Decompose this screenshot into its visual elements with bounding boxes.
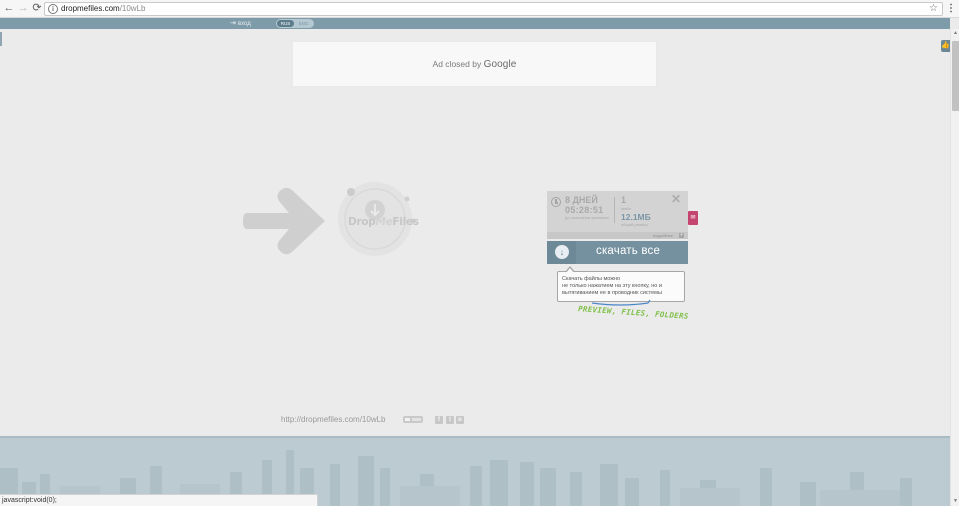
info-divider [614, 197, 615, 223]
download-hint-tooltip: Скачать файлы можно не только нажатием н… [557, 271, 685, 302]
bookmark-star-icon[interactable]: ☆ [929, 3, 938, 15]
timer-caption: до окончания хранения [565, 215, 609, 220]
file-info-panel: 8 ДНЕЙ 05:28:51 до окончания хранения 1 … [547, 191, 688, 239]
info-icon[interactable]: i [48, 4, 58, 14]
details-bar[interactable]: подробнее + [547, 232, 688, 239]
browser-toolbar: ← → ⟳ i dropmefiles.com/10wLb ☆ ⋮ [0, 0, 959, 18]
file-count: 1 [621, 195, 627, 205]
facebook-icon[interactable]: f [435, 416, 443, 424]
login-icon: ⇥ [230, 20, 236, 27]
address-bar[interactable]: i dropmefiles.com/10wLb ☆ [44, 2, 943, 16]
total-size-label: общий размер [621, 222, 648, 227]
drop-arrow-icon [243, 187, 325, 255]
ad-closed-text: Ad closed by Google [293, 59, 656, 70]
download-all-button[interactable]: ↓ скачать все [547, 241, 688, 264]
status-bar: javascript:void(0); [0, 494, 318, 506]
page-scrollbar[interactable]: ▲ ▼ [950, 29, 959, 506]
twitter-icon[interactable]: t [446, 416, 454, 424]
login-label: вход [237, 21, 251, 27]
language-switch[interactable]: rus eng [276, 19, 314, 28]
scroll-down-arrow-icon[interactable]: ▼ [951, 497, 959, 506]
like-thumb-icon[interactable]: 👍 [941, 40, 950, 52]
file-count-label: файл [621, 206, 632, 211]
storage-days: 8 ДНЕЙ [565, 195, 598, 205]
tooltip-pointer-inner [566, 268, 574, 273]
ad-placeholder: Ad closed by Google [292, 41, 657, 87]
lang-eng-option[interactable]: eng [295, 20, 312, 27]
clock-icon [551, 197, 561, 207]
download-arrow-icon: ↓ [555, 245, 569, 259]
tooltip-line-2: не только нажатием на эту кнопку, но и [562, 283, 662, 289]
google-brand: Google [483, 59, 517, 70]
side-tab[interactable] [0, 32, 2, 46]
scroll-thumb[interactable] [952, 41, 959, 111]
download-all-label: скачать все [596, 245, 661, 257]
login-link[interactable]: ⇥ вход [230, 18, 251, 30]
storage-timer: 05:28:51 [565, 205, 604, 215]
tooltip-line-1: Скачать файлы можно [562, 276, 621, 282]
details-plus-icon[interactable]: + [679, 233, 684, 238]
url-path: /10wLb [119, 4, 146, 13]
browser-menu-icon[interactable]: ⋮ [946, 2, 956, 16]
url-text[interactable]: dropmefiles.com/10wLb [61, 3, 145, 15]
tooltip-line-3: вытягиванием ее в проводник системы [562, 290, 662, 296]
vk-icon[interactable]: в [456, 416, 464, 424]
back-arrow-icon[interactable]: ← [3, 2, 15, 15]
close-icon[interactable]: ✕ [671, 193, 681, 205]
logo-part-files: Files [392, 216, 419, 228]
reload-icon[interactable]: ⟳ [31, 2, 43, 15]
ad-closed-label: Ad closed by [432, 59, 482, 69]
url-host: dropmefiles.com [61, 4, 120, 13]
dropmefiles-logo-text: DropMeFiles [348, 216, 419, 228]
logo-part-drop: Drop [348, 216, 376, 228]
total-size: 12.1МБ [621, 212, 651, 222]
details-link[interactable]: подробнее [653, 232, 673, 239]
comment-icon[interactable]: ✉ [688, 211, 698, 225]
copy-link-button[interactable] [403, 416, 423, 423]
lang-rus-option[interactable]: rus [277, 20, 294, 27]
scroll-up-arrow-icon[interactable]: ▲ [951, 29, 959, 38]
share-url[interactable]: http://dropmefiles.com/10wLb [281, 415, 386, 424]
logo-part-me: Me [375, 216, 393, 228]
site-header-bar: ⇥ вход rus eng [0, 18, 950, 29]
forward-arrow-icon[interactable]: → [17, 2, 29, 15]
download-icon-box: ↓ [547, 241, 576, 264]
